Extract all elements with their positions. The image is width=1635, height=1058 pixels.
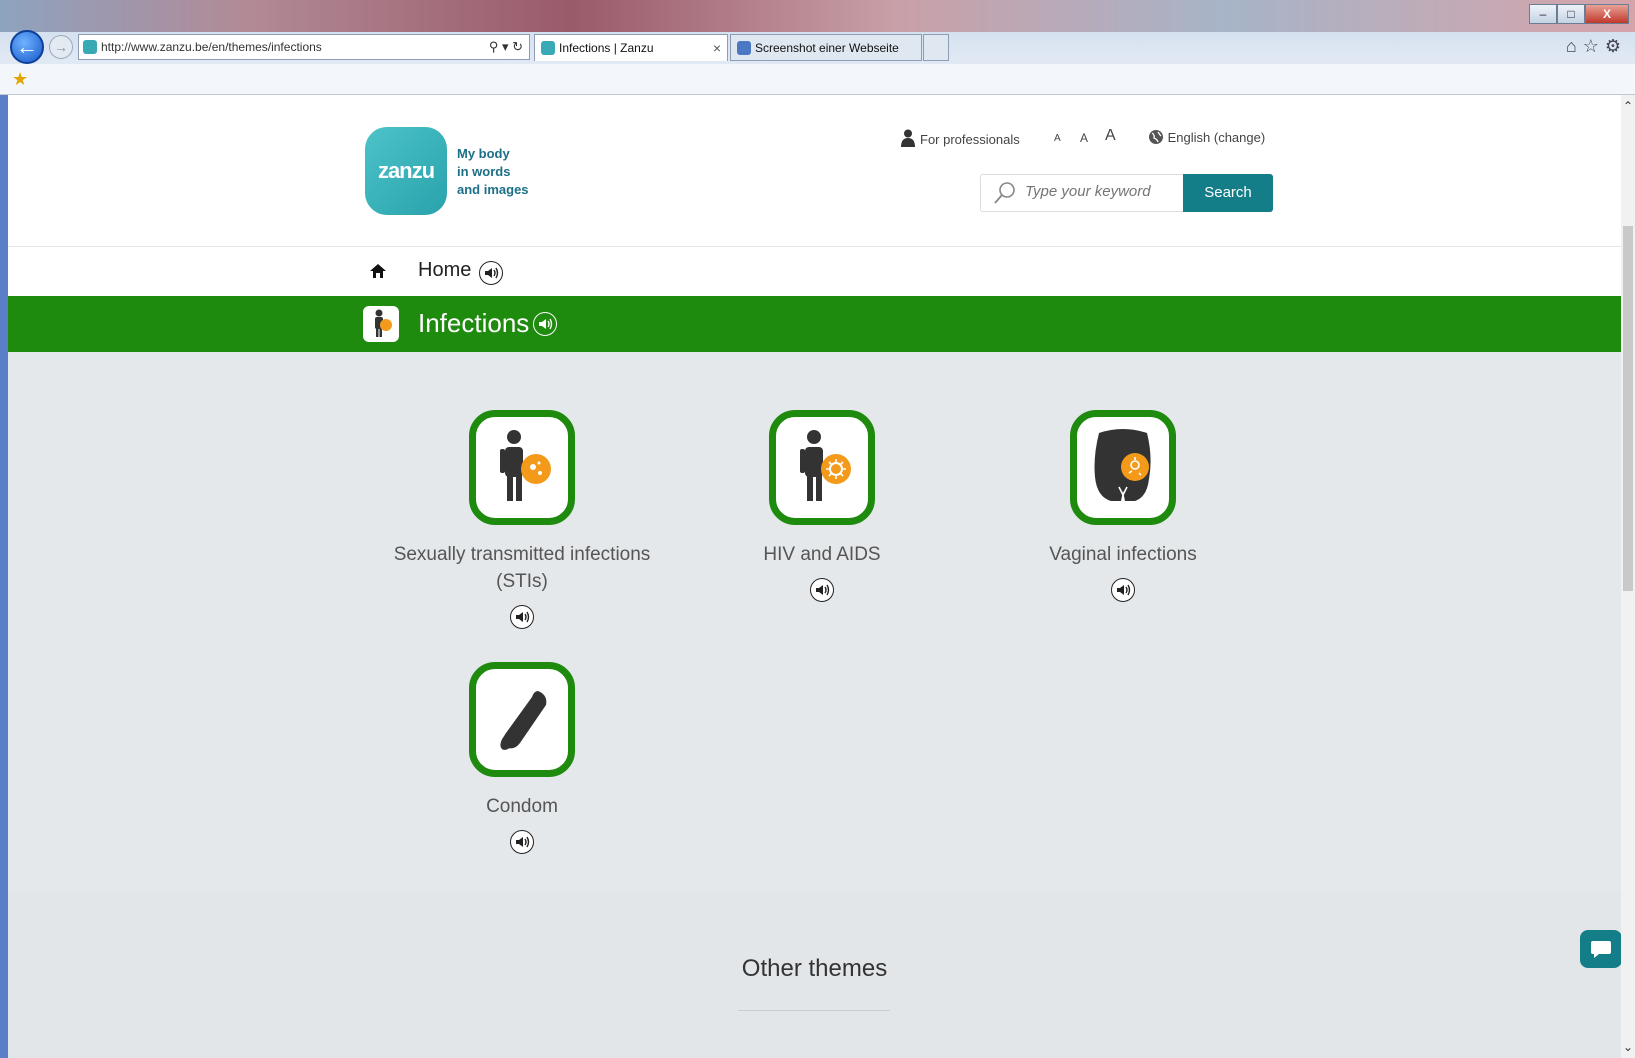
new-tab-button[interactable] — [923, 34, 949, 61]
speaker-icon[interactable] — [510, 605, 534, 629]
other-themes-title: Other themes — [741, 955, 888, 982]
web-page: zanzu My body in words and images For pr… — [8, 95, 1621, 1058]
tagline-line: My body — [457, 146, 510, 161]
home-icon[interactable]: ⌂ — [1566, 36, 1583, 56]
topic-card-vaginal-infections[interactable]: Vaginal infections — [973, 410, 1273, 607]
for-professionals-link[interactable]: For professionals — [901, 129, 1020, 147]
zanzu-logo[interactable]: zanzu — [365, 127, 447, 215]
divider — [738, 1010, 890, 1011]
browser-tools: ⌂☆⚙ — [1566, 36, 1627, 57]
back-button[interactable]: ← — [10, 30, 44, 64]
tagline-line: and images — [457, 182, 529, 197]
home-link[interactable]: Home — [418, 259, 471, 282]
vertical-scrollbar[interactable]: ⌃ ⌄ — [1621, 95, 1635, 1058]
section-header: Infections — [8, 296, 1621, 352]
person-virus-icon — [800, 430, 851, 501]
url-text: http://www.zanzu.be/en/themes/infections — [101, 40, 322, 54]
pelvis-infection-icon — [1094, 429, 1151, 501]
for-professionals-label: For professionals — [920, 132, 1020, 147]
topic-title[interactable]: Sexually transmitted infections (STIs) — [372, 541, 672, 595]
language-label: English (change) — [1167, 130, 1266, 145]
infections-section-icon — [363, 306, 399, 342]
window-controls: – □ X — [1529, 4, 1629, 24]
search-input[interactable] — [1025, 183, 1175, 200]
search-button[interactable]: Search — [1183, 174, 1273, 212]
settings-gear-icon[interactable]: ⚙ — [1605, 36, 1627, 56]
breadcrumb: Home — [8, 246, 1621, 296]
topic-card-condom[interactable]: Condom — [372, 662, 672, 859]
address-controls-icon[interactable]: ⚲ ▾ ↻ — [489, 35, 523, 59]
tagline-line: in words — [457, 164, 511, 179]
chat-icon — [1591, 941, 1611, 958]
speaker-icon[interactable] — [1111, 578, 1135, 602]
other-themes-section: Other themes — [8, 893, 1621, 1058]
home-icon[interactable] — [370, 263, 386, 279]
speaker-icon[interactable] — [479, 261, 503, 285]
search-icon — [994, 182, 1015, 204]
add-favorites-icon[interactable]: ★ — [12, 69, 28, 90]
chat-button[interactable] — [1580, 930, 1621, 968]
font-size-medium[interactable]: A — [1080, 131, 1088, 145]
font-size-large[interactable]: A — [1105, 127, 1116, 145]
tab-label: Infections | Zanzu — [559, 41, 654, 55]
stis-tile[interactable] — [469, 410, 575, 525]
minimize-button[interactable]: – — [1529, 4, 1557, 24]
topic-title-line: Vaginal infections — [1049, 544, 1197, 565]
topic-title[interactable]: HIV and AIDS — [672, 541, 972, 568]
speaker-icon[interactable] — [810, 578, 834, 602]
topic-title[interactable]: Condom — [372, 793, 672, 820]
logo-tagline: My body in words and images — [457, 145, 529, 199]
topic-title-line: Sexually transmitted infections — [393, 544, 651, 565]
topic-title-line: HIV and AIDS — [763, 544, 881, 565]
user-icon — [901, 129, 915, 147]
condom-icon — [500, 691, 547, 750]
tab-favicon-icon — [541, 41, 555, 55]
browser-chrome: – □ X ← → http://www.zanzu.be/en/themes/… — [0, 0, 1635, 95]
close-button[interactable]: X — [1585, 4, 1629, 24]
person-infection-icon — [500, 430, 551, 501]
topic-card-hiv-aids[interactable]: HIV and AIDS — [672, 410, 972, 607]
condom-tile[interactable] — [469, 662, 575, 777]
tab-favicon-icon — [737, 41, 751, 55]
font-size-small[interactable]: A — [1054, 133, 1061, 144]
tab-close-icon[interactable]: × — [713, 35, 721, 61]
scroll-thumb[interactable] — [1623, 226, 1633, 591]
scroll-down-icon[interactable]: ⌄ — [1623, 1040, 1633, 1054]
tab-screenshot[interactable]: Screenshot einer Webseite ma... — [730, 34, 922, 81]
site-favicon-icon — [83, 40, 97, 54]
scroll-up-icon[interactable]: ⌃ — [1623, 99, 1633, 113]
tab-infections[interactable]: Infections | Zanzu × — [534, 34, 728, 61]
topic-title-line: Condom — [486, 796, 558, 817]
page-title: Infections — [418, 308, 530, 338]
language-selector[interactable]: English (change) — [1148, 129, 1265, 145]
forward-button[interactable]: → — [49, 35, 73, 59]
maximize-button[interactable]: □ — [1557, 4, 1585, 24]
speaker-icon[interactable] — [533, 312, 557, 336]
topic-title-line: (STIs) — [496, 571, 548, 592]
topic-title[interactable]: Vaginal infections — [973, 541, 1273, 568]
speaker-icon[interactable] — [510, 830, 534, 854]
topic-grid: Sexually transmitted infections (STIs) H… — [8, 352, 1621, 893]
favorites-star-icon[interactable]: ☆ — [1583, 36, 1605, 56]
title-bar: – □ X — [0, 0, 1635, 32]
hiv-aids-tile[interactable] — [769, 410, 875, 525]
topic-card-stis[interactable]: Sexually transmitted infections (STIs) — [372, 410, 672, 634]
globe-icon — [1149, 130, 1163, 144]
address-bar[interactable]: http://www.zanzu.be/en/themes/infections… — [78, 34, 530, 60]
vaginal-infections-tile[interactable] — [1070, 410, 1176, 525]
favorites-bar: ★ — [0, 64, 1635, 95]
